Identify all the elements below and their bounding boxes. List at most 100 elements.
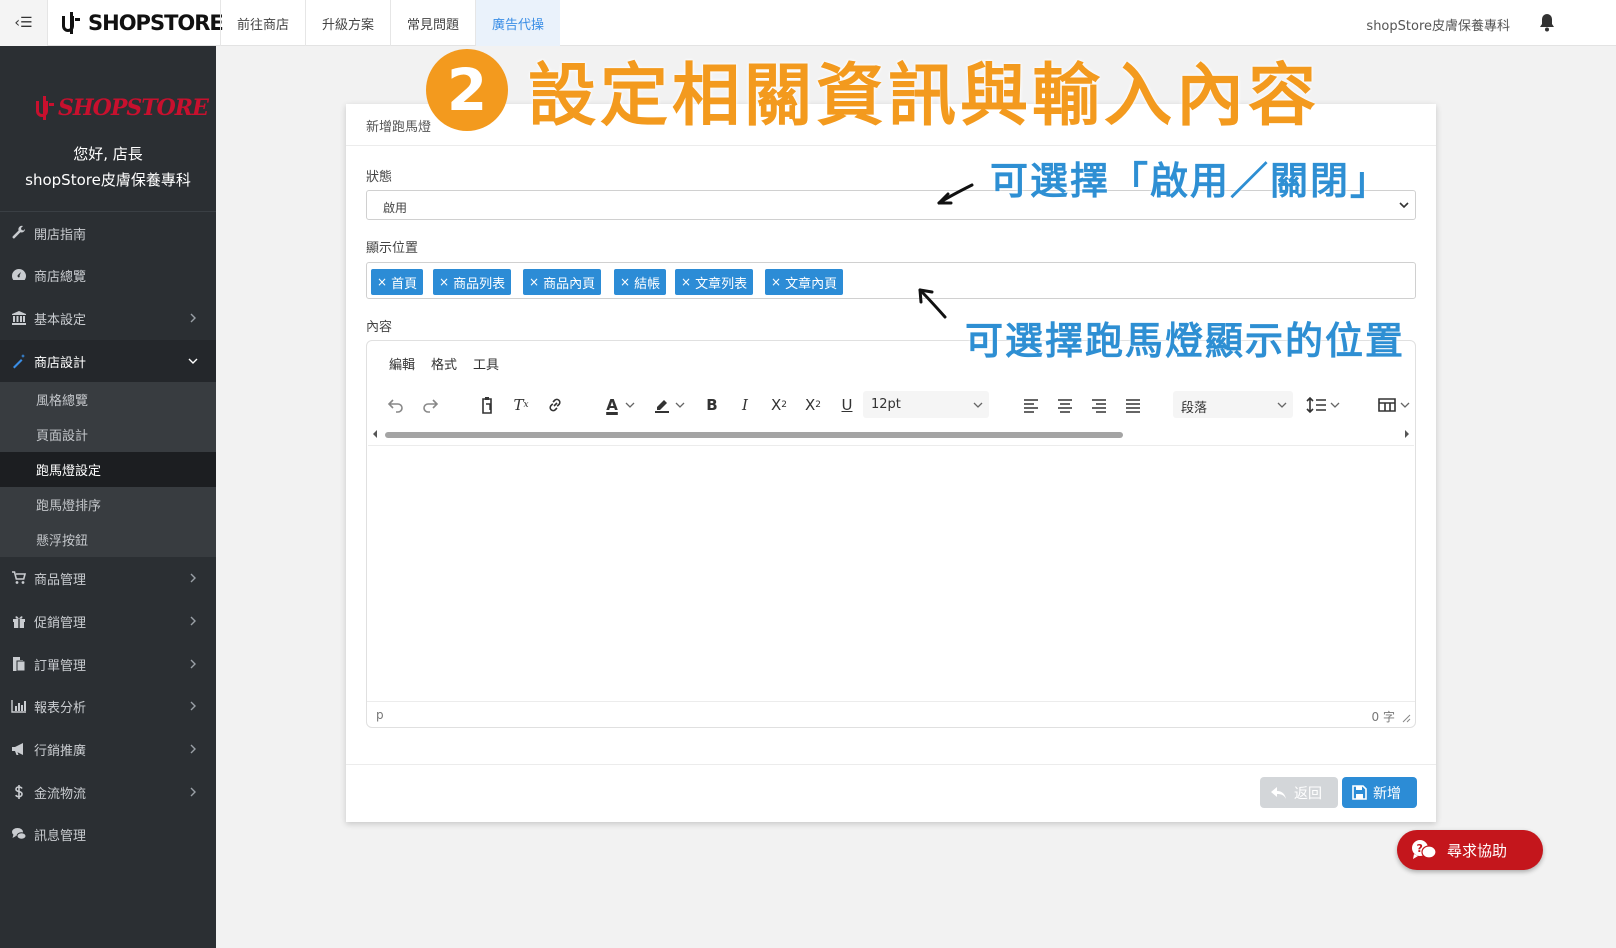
sidebar-toggle-button[interactable]: ‹☰ [0, 0, 48, 46]
submenu-marquee-settings[interactable]: 跑馬燈設定 [0, 452, 216, 487]
editor-content-area[interactable] [368, 445, 1414, 703]
scrollbar-thumb[interactable] [385, 432, 1123, 438]
clear-formatting-button[interactable]: Tx [508, 393, 534, 417]
sidebar-logo-text: SHOPSTORE [58, 95, 209, 121]
step-title-annotation: 2 設定相關資訊與輸入內容 [426, 40, 1320, 139]
chevron-right-icon [190, 573, 196, 583]
insert-link-button[interactable] [542, 393, 568, 417]
element-path[interactable]: p [376, 708, 384, 722]
chevron-right-icon [190, 744, 196, 754]
sidebar-item-reports[interactable]: 報表分析 [0, 685, 216, 727]
font-size-select[interactable]: 12pt [863, 391, 989, 418]
highlight-color-button[interactable] [649, 393, 675, 417]
position-tag[interactable]: × 文章列表 [675, 269, 754, 295]
align-center-button[interactable] [1052, 393, 1078, 417]
remove-tag-icon[interactable]: × [439, 275, 449, 289]
remove-tag-icon[interactable]: × [377, 275, 387, 289]
sidebar-item-store-design[interactable]: 商店設計 [0, 340, 216, 382]
sidebar-item-basic-settings[interactable]: 基本設定 [0, 297, 216, 339]
position-tag[interactable]: × 結帳 [614, 269, 667, 295]
underline-button[interactable]: U [834, 393, 860, 417]
scroll-right-icon[interactable] [1403, 430, 1411, 438]
bell-icon[interactable] [1536, 11, 1558, 33]
justify-button[interactable] [1120, 393, 1146, 417]
submenu-marquee-order[interactable]: 跑馬燈排序 [0, 487, 216, 522]
menu-tools[interactable]: 工具 [473, 354, 499, 373]
italic-button[interactable]: I [732, 393, 758, 417]
menu-format[interactable]: 格式 [431, 354, 457, 373]
sidebar-item-label: 商品管理 [34, 572, 87, 588]
position-annotation: 可選擇跑馬燈顯示的位置 [965, 319, 1406, 363]
position-tag[interactable]: × 首頁 [371, 269, 424, 295]
paste-text-button[interactable] [474, 393, 500, 417]
brand-mark-icon [62, 12, 80, 34]
remove-tag-icon[interactable]: × [681, 275, 691, 289]
chevron-down-icon [1277, 402, 1287, 408]
status-annotation: 可選擇「啟用／關閉」 [990, 159, 1391, 203]
status-label: 狀態 [366, 170, 393, 185]
remove-tag-icon[interactable]: × [771, 275, 781, 289]
resize-handle-icon[interactable] [1402, 714, 1411, 723]
store-name-menu[interactable]: shopStore皮膚保養專科 [1366, 15, 1510, 34]
table-icon [1378, 398, 1410, 412]
remove-tag-icon[interactable]: × [620, 275, 630, 289]
sidebar-logo-mark-icon [36, 96, 54, 120]
chevron-down-icon [1399, 202, 1409, 209]
add-button[interactable]: 新增 [1342, 777, 1417, 808]
position-tag[interactable]: × 文章內頁 [765, 269, 844, 295]
text-color-button[interactable]: A [599, 393, 625, 417]
back-button[interactable]: 返回 [1260, 777, 1338, 808]
nav-upgrade-plan[interactable]: 升級方案 [305, 0, 390, 46]
chevron-right-icon [190, 659, 196, 669]
toolbar-scrollbar[interactable] [371, 429, 1411, 439]
dashboard-icon [12, 269, 26, 280]
line-height-icon [1306, 396, 1340, 414]
sidebar-item-orders[interactable]: 訂單管理 [0, 643, 216, 685]
step-number-badge: 2 [426, 48, 508, 131]
table-button[interactable] [1375, 393, 1415, 417]
position-tag[interactable]: × 商品內頁 [523, 269, 602, 295]
subscript-button[interactable]: X2 [766, 393, 792, 417]
undo-button[interactable] [383, 393, 409, 417]
sidebar-item-payment-logistics[interactable]: 金流物流 [0, 771, 216, 813]
sidebar-item-promotions[interactable]: 促銷管理 [0, 600, 216, 642]
scroll-left-icon[interactable] [371, 430, 379, 438]
remove-tag-icon[interactable]: × [529, 275, 539, 289]
highlight-color-dropdown[interactable] [673, 393, 687, 417]
text-color-dropdown[interactable] [623, 393, 637, 417]
position-tag[interactable]: × 商品列表 [433, 269, 512, 295]
superscript-button[interactable]: X2 [800, 393, 826, 417]
brand-logo[interactable]: SHOPSTORE [58, 8, 224, 38]
submenu-page-design[interactable]: 頁面設計 [0, 417, 216, 452]
position-multiselect[interactable]: × 首頁 × 商品列表 × 商品內頁 × 結帳 × 文章列表 × 文章內頁 [366, 262, 1416, 299]
sidebar-item-store-overview[interactable]: 商店總覽 [0, 254, 216, 296]
chevron-down-icon [973, 402, 983, 408]
sidebar-store-name: shopStore皮膚保養專科 [25, 171, 191, 189]
nav-go-to-store[interactable]: 前往商店 [220, 0, 305, 46]
submenu-floating-button[interactable]: 懸浮按鈕 [0, 522, 216, 557]
reply-icon [1271, 786, 1286, 799]
status-select-value: 啟用 [383, 201, 408, 215]
bold-button[interactable]: B [699, 393, 725, 417]
svg-text:?: ? [1417, 842, 1423, 855]
word-count: 0 字 [1371, 710, 1395, 724]
sidebar-item-products[interactable]: 商品管理 [0, 557, 216, 599]
sidebar-item-label: 商店設計 [34, 355, 87, 371]
sidebar-item-setup-guide[interactable]: 開店指南 [0, 212, 216, 254]
align-left-button[interactable] [1018, 393, 1044, 417]
sidebar-item-messages[interactable]: 訊息管理 [0, 813, 216, 855]
menu-edit[interactable]: 編輯 [389, 354, 415, 373]
sidebar-logo: SHOPSTORE [34, 94, 209, 122]
redo-button[interactable] [417, 393, 443, 417]
justify-icon [1126, 399, 1140, 413]
magic-wand-icon [13, 354, 25, 369]
block-format-select[interactable]: 段落 [1173, 391, 1293, 418]
chevron-down-icon [625, 402, 635, 408]
submenu-style-overview[interactable]: 風格總覽 [0, 382, 216, 417]
link-icon [549, 398, 561, 412]
help-button[interactable]: ? 尋求協助 [1397, 830, 1543, 870]
line-height-button[interactable] [1304, 393, 1344, 417]
align-right-button[interactable] [1086, 393, 1112, 417]
sidebar-item-marketing[interactable]: 行銷推廣 [0, 728, 216, 770]
align-left-icon [1024, 399, 1038, 413]
